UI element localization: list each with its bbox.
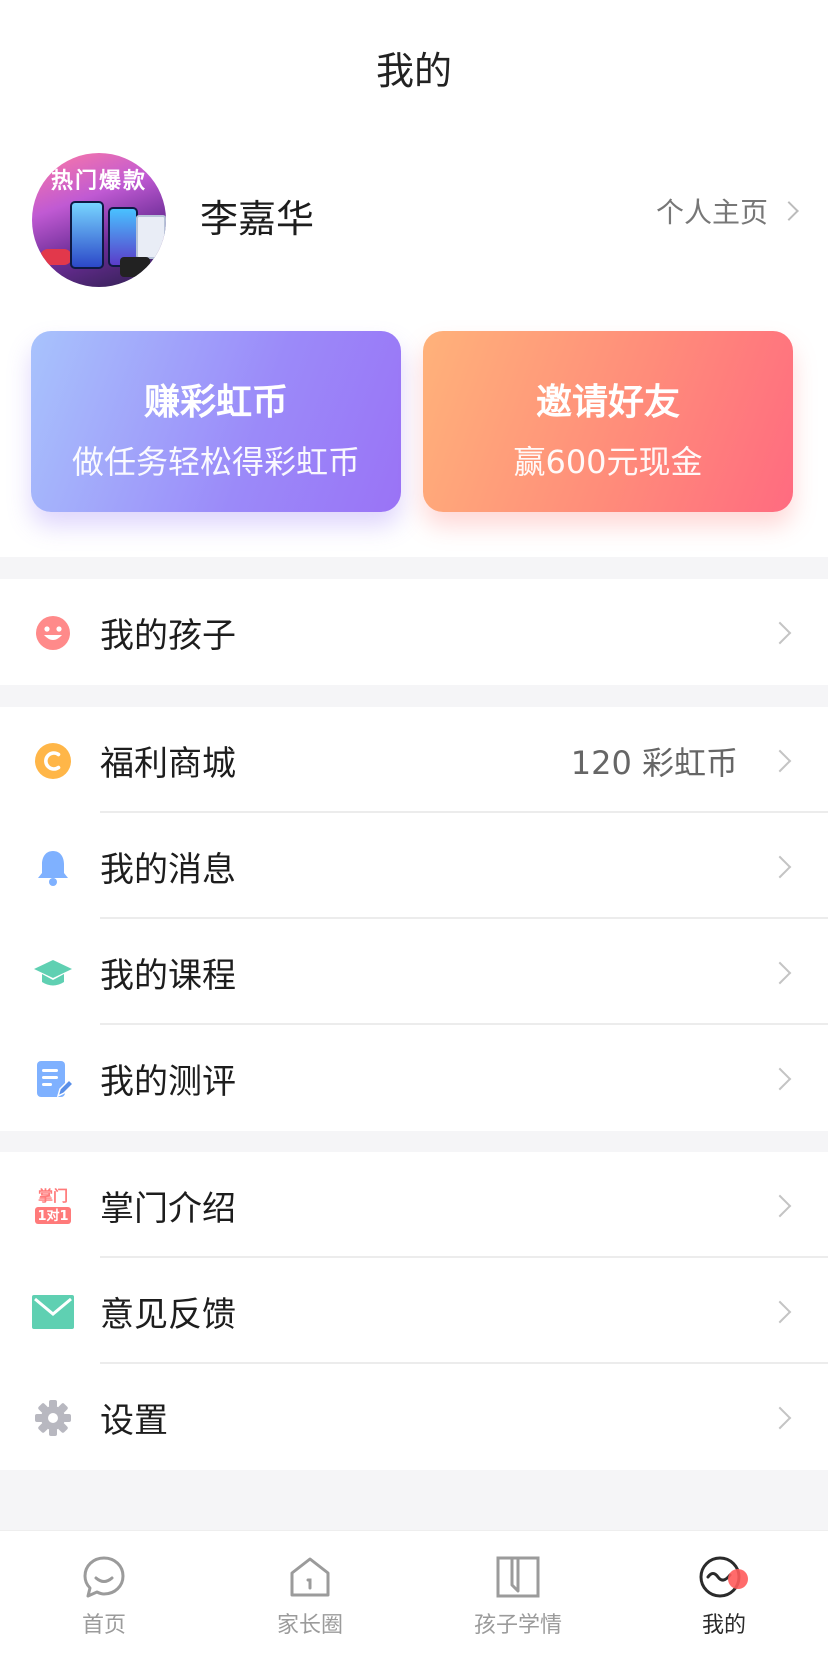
camera-graphic: [120, 257, 150, 277]
invite-friends-card[interactable]: 邀请好友 赢600元现金: [423, 331, 793, 512]
chevron-right-icon: [768, 1300, 792, 1324]
graduation-cap-icon: [34, 960, 72, 986]
document-edit-icon: [37, 1061, 74, 1098]
list-item-my-assessments[interactable]: 我的测评: [0, 1025, 828, 1131]
book-icon: [496, 1556, 540, 1598]
coin-balance: 120 彩虹币: [570, 744, 738, 782]
console-graphic: [40, 249, 72, 265]
avatar-banner-text: 热门爆款: [50, 169, 147, 194]
list-group-about: 掌门 1对1 掌门介绍 意见反馈 设置: [0, 1152, 828, 1470]
face-icon: [699, 1556, 748, 1598]
homepage-link[interactable]: 个人主页: [655, 191, 799, 231]
list-group-main: 福利商城 120 彩虹币 我的消息 我的课程 我的测评: [0, 707, 828, 1131]
tab-parent-circle[interactable]: 家长圈: [250, 1553, 370, 1639]
list-item-my-courses[interactable]: 我的课程: [0, 919, 828, 1025]
list-item-label: 我的课程: [100, 956, 236, 996]
list-item-welfare-mall[interactable]: 福利商城 120 彩虹币: [0, 707, 828, 813]
zhangmen-logo-icon: 掌门 1对1: [35, 1187, 71, 1224]
tab-home[interactable]: 首页: [44, 1553, 164, 1639]
promo-subtitle: 做任务轻松得彩虹币: [71, 443, 360, 481]
list-item-label: 我的消息: [100, 850, 236, 890]
chevron-right-icon: [768, 961, 792, 985]
logo-text-bottom: 1对1: [37, 1208, 68, 1224]
list-item-label: 我的孩子: [100, 616, 236, 656]
earn-coins-card[interactable]: 赚彩虹币 做任务轻松得彩虹币: [31, 331, 401, 512]
chat-bubble-icon: [83, 1556, 125, 1598]
smile-face-icon: [36, 616, 70, 650]
user-name: 李嘉华: [200, 197, 315, 241]
bottom-tab-bar: 首页 家长圈 孩子学情 我的: [0, 1530, 828, 1667]
gear-icon: [35, 1400, 71, 1436]
avatar[interactable]: 热门爆款: [32, 153, 166, 287]
coin-icon: [35, 743, 71, 779]
profile-card: 热门爆款 李嘉华 个人主页: [32, 153, 799, 287]
logo-text-top: 掌门: [38, 1187, 68, 1205]
tab-label: 首页: [81, 1613, 126, 1638]
chevron-right-icon: [768, 855, 792, 879]
chevron-right-icon: [779, 201, 799, 221]
promo-title: 赚彩虹币: [143, 382, 288, 423]
list-item-settings[interactable]: 设置: [0, 1364, 828, 1470]
phone-graphic: [70, 201, 104, 269]
chevron-right-icon: [768, 749, 792, 773]
bell-icon: [38, 851, 68, 886]
chevron-right-icon: [768, 1194, 792, 1218]
tablet-graphic: [136, 215, 166, 259]
profile-section: 我的 热门爆款 李嘉华 个人主页 赚彩虹币 做任务轻松得彩虹币 邀请好友 赢60…: [0, 0, 828, 557]
list-item-feedback[interactable]: 意见反馈: [0, 1258, 828, 1364]
promo-title: 邀请好友: [535, 382, 680, 423]
chevron-right-icon: [768, 621, 792, 645]
tab-mine[interactable]: 我的: [664, 1553, 784, 1639]
list-group-children: 我的孩子: [0, 579, 828, 685]
tab-child-learning[interactable]: 孩子学情: [458, 1553, 578, 1639]
list-item-label: 意见反馈: [100, 1295, 236, 1335]
tab-label: 孩子学情: [473, 1613, 562, 1638]
list-item-label: 福利商城: [100, 744, 236, 784]
house-icon: [290, 1557, 330, 1597]
chevron-right-icon: [768, 1067, 792, 1091]
list-item-label: 我的测评: [100, 1062, 236, 1102]
page-title: 我的: [375, 49, 452, 93]
list-item-my-messages[interactable]: 我的消息: [0, 813, 828, 919]
tab-label: 家长圈: [276, 1613, 343, 1638]
notification-dot: [728, 1569, 748, 1589]
list-item-label: 掌门介绍: [100, 1189, 236, 1229]
envelope-icon: [32, 1295, 74, 1329]
chevron-right-icon: [768, 1406, 792, 1430]
list-item-zhangmen-intro[interactable]: 掌门 1对1 掌门介绍: [0, 1152, 828, 1258]
promo-subtitle: 赢600元现金: [513, 443, 703, 481]
list-item-label: 设置: [100, 1401, 168, 1441]
homepage-label: 个人主页: [655, 196, 768, 229]
list-item-my-children[interactable]: 我的孩子: [0, 579, 828, 685]
tab-label: 我的: [701, 1613, 746, 1638]
